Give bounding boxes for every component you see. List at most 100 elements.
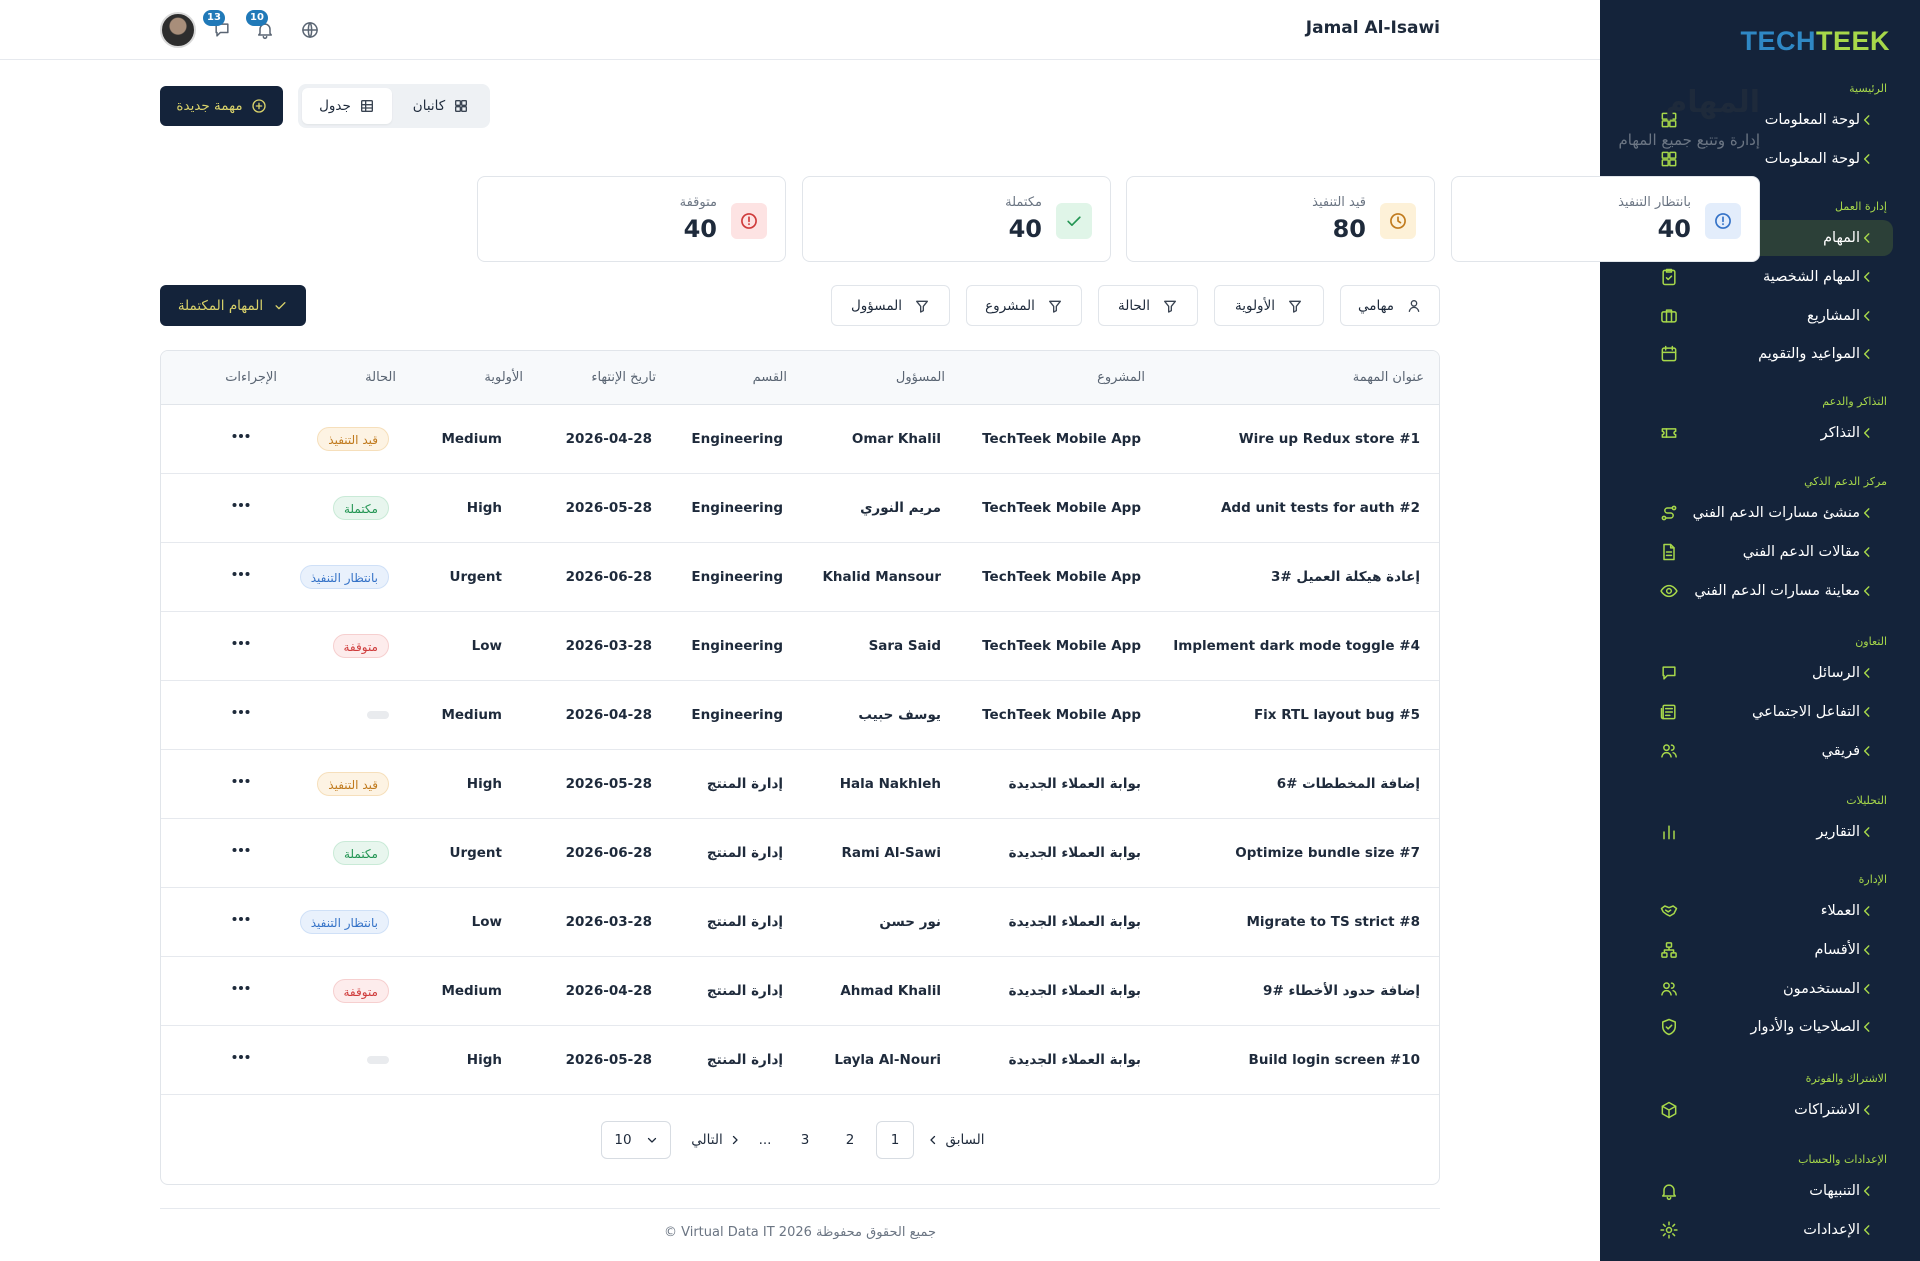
sidebar-item[interactable]: المهام الشخصية <box>1627 259 1893 295</box>
brand-logo[interactable]: TECHTEEK <box>1740 26 1890 57</box>
gear-icon <box>1659 1220 1679 1240</box>
sidebar-section-title: الإدارة <box>1858 873 1887 886</box>
sidebar-item[interactable]: التذاكر <box>1627 415 1893 451</box>
task-priority: Medium <box>441 431 502 447</box>
sidebar-item[interactable]: معاينة مسارات الدعم الفني <box>1627 573 1893 609</box>
task-assignee: يوسف حبيب <box>858 707 941 723</box>
sidebar-item[interactable]: مقالات الدعم الفني <box>1627 534 1893 570</box>
pagination-next[interactable]: التالي <box>691 1121 741 1159</box>
table-row[interactable]: إضافة المخططات #6 بوابة العملاء الجديدة Ha… <box>161 750 1439 819</box>
task-project: TechTeek Mobile App <box>982 500 1141 516</box>
filter-priority[interactable]: الأولوية <box>1214 285 1324 326</box>
chevron-left-icon <box>1860 825 1874 839</box>
table-row[interactable]: Optimize bundle size #7 بوابة العملاء الج… <box>161 819 1439 888</box>
sidebar-item[interactable]: الأقسام <box>1627 932 1893 968</box>
task-title[interactable]: Migrate to TS strict #8 <box>1247 914 1421 930</box>
org-chart-icon <box>1659 940 1679 960</box>
sidebar-item[interactable]: الرسائل <box>1627 655 1893 691</box>
more-actions-icon[interactable] <box>231 912 251 926</box>
footer-text: © Virtual Data IT 2026 جميع الحقوق محفوظ… <box>663 1225 936 1240</box>
filter-project[interactable]: المشروع <box>966 285 1082 326</box>
table-row[interactable]: إعادة هيكلة العميل #3 TechTeek Mobile App… <box>161 543 1439 612</box>
shield-check-icon <box>1659 1017 1679 1037</box>
more-actions-icon[interactable] <box>231 567 251 581</box>
filter-status[interactable]: الحالة <box>1098 285 1198 326</box>
sidebar-item[interactable]: الصلاحيات والأدوار <box>1627 1009 1893 1045</box>
more-actions-icon[interactable] <box>231 1050 251 1064</box>
table-row[interactable]: Implement dark mode toggle #4 TechTeek Mo… <box>161 612 1439 681</box>
sidebar-item[interactable]: منشئ مسارات الدعم الفني <box>1627 495 1893 531</box>
status-badge: متوقفة <box>332 634 389 658</box>
page-title: المهام <box>1665 85 1760 120</box>
task-priority: Medium <box>441 707 502 723</box>
sidebar-item[interactable]: التنبيهات <box>1627 1173 1893 1209</box>
task-due-date: 2026-04-28 <box>565 707 652 723</box>
sidebar-section-title: التذاكر والدعم <box>1822 395 1887 408</box>
sidebar-item[interactable]: العملاء <box>1627 893 1893 929</box>
view-kanban-button[interactable]: كانبان <box>396 88 486 124</box>
chevron-left-icon <box>1860 309 1874 323</box>
sidebar-item[interactable]: المواعيد والتقويم <box>1627 336 1893 372</box>
user-avatar[interactable] <box>160 12 196 48</box>
col-assignee[interactable]: المسؤول <box>896 370 945 385</box>
sidebar-item[interactable]: فريقي <box>1627 733 1893 769</box>
pagination-prev[interactable]: السابق <box>930 1121 985 1159</box>
sidebar-item[interactable]: الإعدادات <box>1627 1212 1893 1248</box>
col-project[interactable]: المشروع <box>1097 370 1145 385</box>
sidebar-item[interactable]: التقارير <box>1627 814 1893 850</box>
task-title[interactable]: Add unit tests for auth #2 <box>1221 500 1420 516</box>
more-actions-icon[interactable] <box>231 498 251 512</box>
sidebar-item[interactable]: المستخدمون <box>1627 971 1893 1007</box>
view-table-button[interactable]: جدول <box>302 88 392 124</box>
task-title[interactable]: Fix RTL layout bug #5 <box>1254 707 1420 723</box>
col-title[interactable]: عنوان المهمة <box>1353 370 1424 385</box>
top-bar: 13 10 Jamal Al-Isawi <box>0 0 1600 60</box>
table-row[interactable]: Wire up Redux store #1 TechTeek Mobile Ap… <box>161 405 1439 474</box>
col-status[interactable]: الحالة <box>365 370 396 385</box>
task-due-date: 2026-03-28 <box>565 638 652 654</box>
pagination-page-3[interactable]: 3 <box>786 1121 824 1159</box>
sidebar-item[interactable]: الاشتراكات <box>1627 1092 1893 1128</box>
completed-tasks-button[interactable]: المهام المكتملة <box>160 285 306 326</box>
page-size-select[interactable]: 10 <box>601 1121 671 1159</box>
col-department[interactable]: القسم <box>753 370 787 385</box>
filter-priority-label: الأولوية <box>1234 297 1276 314</box>
task-assignee: Rami Al-Sawi <box>841 845 941 861</box>
sidebar-item[interactable]: المشاريع <box>1627 298 1893 334</box>
sidebar-item-label: التفاعل الاجتماعي <box>1752 703 1860 720</box>
task-title[interactable]: Implement dark mode toggle #4 <box>1173 638 1420 654</box>
task-title[interactable]: إضافة المخططات #6 <box>1277 776 1420 792</box>
pagination-page-1[interactable]: 1 <box>876 1121 914 1159</box>
sidebar-item-label: لوحة المعلومات <box>1764 150 1860 167</box>
table-row[interactable]: Fix RTL layout bug #5 TechTeek Mobile App… <box>161 681 1439 750</box>
task-title[interactable]: إعادة هيكلة العميل #3 <box>1271 569 1420 585</box>
new-task-button[interactable]: مهمة جديدة <box>160 86 283 126</box>
more-actions-icon[interactable] <box>231 705 251 719</box>
more-actions-icon[interactable] <box>231 843 251 857</box>
more-actions-icon[interactable] <box>231 429 251 443</box>
table-row[interactable]: إضافة حدود الأخطاء #9 بوابة العملاء الجدي… <box>161 957 1439 1026</box>
col-due-date[interactable]: تاريخ الإنتهاء <box>591 370 656 385</box>
sidebar-item-label: الصلاحيات والأدوار <box>1750 1019 1860 1036</box>
task-due-date: 2026-05-28 <box>565 1052 652 1068</box>
col-priority[interactable]: الأولوية <box>484 370 523 385</box>
task-title[interactable]: إضافة حدود الأخطاء #9 <box>1263 983 1420 999</box>
task-title[interactable]: Build login screen #10 <box>1249 1052 1420 1068</box>
table-row[interactable]: Add unit tests for auth #2 TechTeek Mobil… <box>161 474 1439 543</box>
task-title[interactable]: Wire up Redux store #1 <box>1239 431 1420 447</box>
user-name[interactable]: Jamal Al-Isawi <box>1306 18 1440 38</box>
globe-icon[interactable] <box>300 20 320 40</box>
table-row[interactable]: Build login screen #10 بوابة العملاء الجد… <box>161 1026 1439 1095</box>
filter-my-tasks[interactable]: مهامي <box>1340 285 1440 326</box>
task-title[interactable]: Optimize bundle size #7 <box>1235 845 1420 861</box>
more-actions-icon[interactable] <box>231 981 251 995</box>
stat-card: متوقفة 40 <box>477 176 786 262</box>
table-row[interactable]: Migrate to TS strict #8 بوابة العملاء الج… <box>161 888 1439 957</box>
pagination-page-2[interactable]: 2 <box>831 1121 869 1159</box>
filter-assignee[interactable]: المسؤول <box>831 285 950 326</box>
task-priority: Low <box>471 914 502 930</box>
more-actions-icon[interactable] <box>231 636 251 650</box>
more-actions-icon[interactable] <box>231 774 251 788</box>
sidebar-item[interactable]: التفاعل الاجتماعي <box>1627 694 1893 730</box>
chevron-right-icon <box>927 1134 939 1146</box>
